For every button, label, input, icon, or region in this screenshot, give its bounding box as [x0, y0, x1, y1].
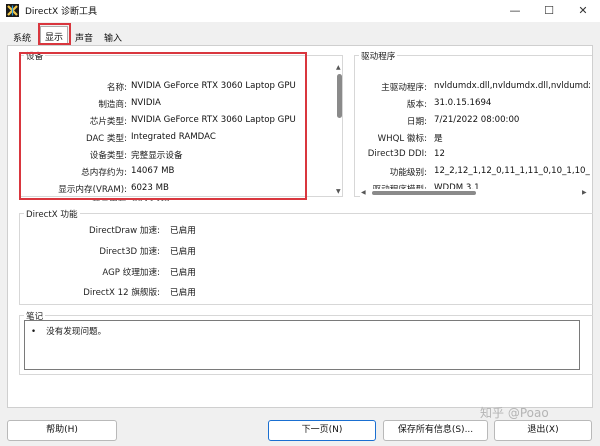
- driver-group-title: 驱动程序: [359, 50, 398, 62]
- close-button[interactable]: ✕: [566, 0, 600, 22]
- version-label: 版本:: [406, 100, 427, 110]
- directx12-ultimate-label: DirectX 12 旗舰版:: [83, 288, 160, 298]
- window-title: DirectX 诊断工具: [25, 7, 97, 17]
- minimize-button[interactable]: —: [498, 0, 532, 22]
- date-label: 日期:: [406, 117, 427, 127]
- save-all-info-button[interactable]: 保存所有信息(S)...: [383, 420, 488, 441]
- device-scrollbar-thumb[interactable]: [337, 74, 342, 118]
- whql-value: 是: [434, 134, 443, 144]
- title-bar: DirectX 诊断工具 — ☐ ✕: [0, 0, 600, 22]
- driver-hscrollbar[interactable]: ◀ ▶: [360, 189, 592, 197]
- maximize-button[interactable]: ☐: [532, 0, 566, 22]
- date-value: 7/21/2022 08:00:00: [434, 115, 520, 125]
- driver-scroll-right-icon[interactable]: ▶: [582, 189, 587, 196]
- notes-item: • 没有发现问题。: [31, 325, 106, 337]
- direct3d-ddi-value: 12: [434, 149, 445, 159]
- notes-item-text: 没有发现问题。: [46, 327, 107, 337]
- notes-list[interactable]: • 没有发现问题。: [24, 320, 580, 370]
- feature-levels-label: 功能级别:: [389, 168, 427, 178]
- directx-features-title: DirectX 功能: [24, 208, 80, 220]
- driver-hscroll-thumb[interactable]: [372, 191, 476, 195]
- device-scroll-down-icon[interactable]: ▼: [336, 188, 341, 195]
- tab-sound[interactable]: 声音: [73, 30, 95, 45]
- main-driver-value: nvldumdx.dll,nvldumdx.dll,nvldumdx.d: [434, 81, 590, 91]
- tab-system[interactable]: 系统: [11, 30, 33, 45]
- tab-input[interactable]: 输入: [102, 30, 124, 45]
- directdraw-label: DirectDraw 加速:: [89, 226, 160, 236]
- device-highlight-annotation: [19, 52, 307, 200]
- directdraw-value: 已启用: [170, 226, 196, 236]
- help-button[interactable]: 帮助(H): [7, 420, 117, 441]
- tab-bar: 系统 显示 声音 输入: [0, 22, 600, 46]
- driver-scroll-left-icon[interactable]: ◀: [361, 189, 366, 196]
- direct3d-label: Direct3D 加速:: [99, 247, 160, 257]
- watermark-text: 知乎 @Poao: [480, 406, 549, 420]
- version-value: 31.0.15.1694: [434, 98, 492, 108]
- tab-highlight-annotation: [38, 23, 71, 45]
- main-driver-label: 主驱动程序:: [381, 83, 427, 93]
- direct3d-value: 已启用: [170, 247, 196, 257]
- next-page-button[interactable]: 下一页(N): [268, 420, 376, 441]
- directx12-ultimate-value: 已启用: [170, 288, 196, 298]
- bullet-icon: •: [31, 327, 37, 337]
- agp-texture-value: 已启用: [170, 268, 196, 278]
- agp-texture-label: AGP 纹理加速:: [102, 268, 160, 278]
- exit-button[interactable]: 退出(X): [494, 420, 592, 441]
- directx-app-icon: [6, 4, 19, 17]
- direct3d-ddi-label: Direct3D DDI:: [367, 149, 427, 159]
- whql-label: WHQL 徽标:: [377, 134, 427, 144]
- feature-levels-value: 12_2,12_1,12_0,11_1,11_0,10_1,10_0,9: [434, 166, 590, 176]
- device-scroll-up-icon[interactable]: ▲: [336, 64, 341, 71]
